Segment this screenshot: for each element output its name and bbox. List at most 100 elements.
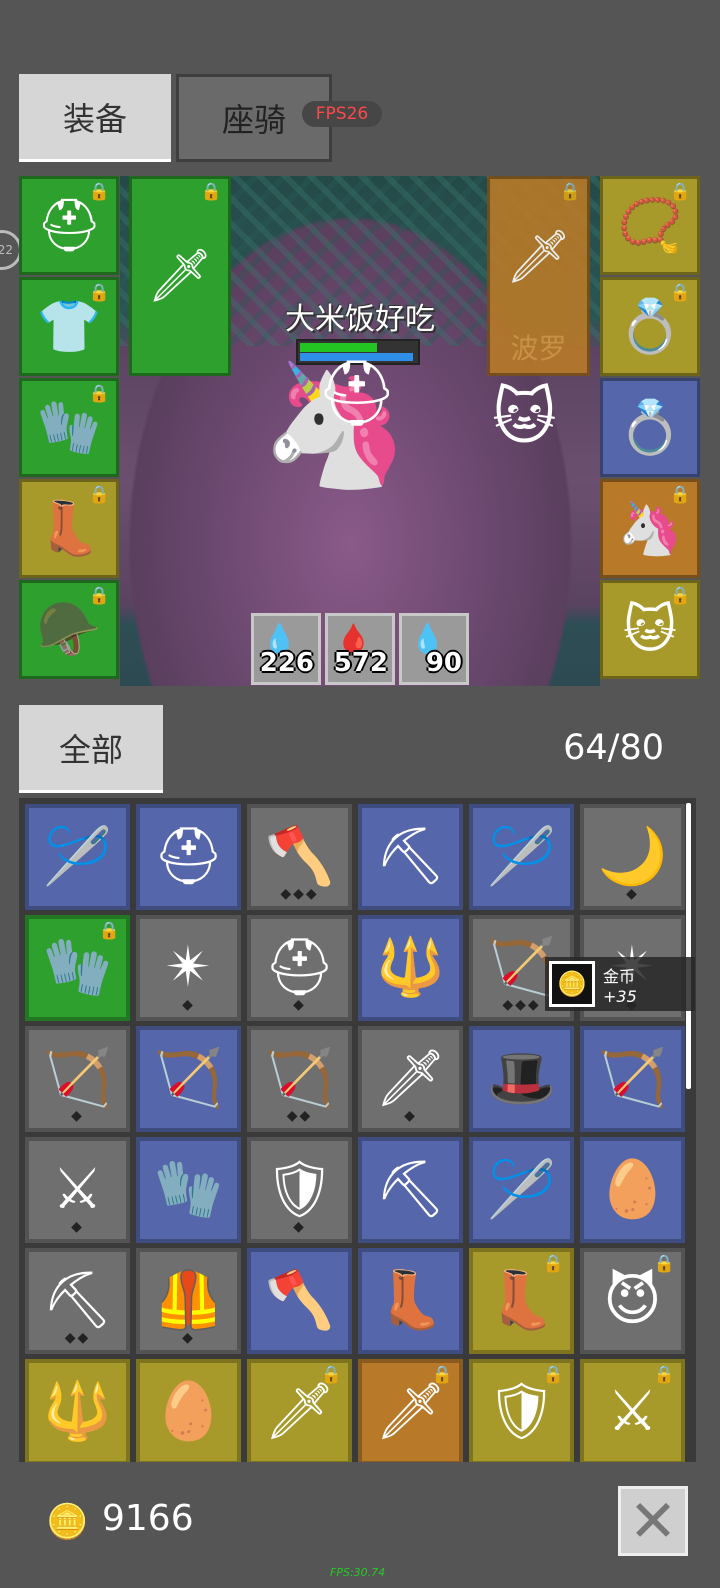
inventory-item-icon: 🥚 — [153, 1379, 224, 1444]
inventory-item-icon: 🪡 — [42, 824, 113, 889]
player-helmet-sprite: ⛑ — [316, 357, 398, 431]
gem-socket-indicator: ◆◆ — [64, 1330, 91, 1346]
inventory-item-icon: 🪓 — [264, 1268, 335, 1333]
inventory-slot[interactable]: 🪓 ◆◆◆ — [247, 804, 352, 910]
pet-slot[interactable]: 🗡 🔒 波罗 — [487, 176, 590, 376]
lock-icon: 🔒 — [669, 485, 691, 505]
inventory-slot[interactable]: 🗡 🔒 — [247, 1359, 352, 1462]
lock-icon: 🔒 — [98, 921, 120, 941]
stat-blue: 💧 90 — [399, 613, 469, 685]
inventory-slot[interactable]: 🪓 — [247, 1248, 352, 1354]
inventory-slot[interactable]: 🛡 🔒 — [469, 1359, 574, 1462]
stat-water: 💧 226 — [251, 613, 321, 685]
inventory-slot[interactable]: 🔱 — [25, 1359, 130, 1462]
equip-right-slot-ruby-ring[interactable]: 💍 🔒 — [600, 277, 700, 376]
gold-coins-icon: 🪙 — [549, 961, 595, 1007]
inventory-slot[interactable]: ✴◆ — [136, 915, 241, 1021]
inventory-slot[interactable]: ⛑ — [136, 804, 241, 910]
inventory-slot[interactable]: ⛑ ◆ — [247, 915, 352, 1021]
inventory-slot[interactable]: 🏹 — [136, 1026, 241, 1132]
inventory-slot[interactable]: 🗡 ◆ — [358, 1026, 463, 1132]
fps-counter: FPS:30.74 — [330, 1566, 386, 1579]
equip-right-slot-red-amulet[interactable]: 📿 🔒 — [600, 176, 700, 275]
inventory-slot[interactable]: 🏹 ◆ — [25, 1026, 130, 1132]
ruby-ring-icon: 💍 — [617, 296, 683, 357]
lock-icon: 🔒 — [88, 182, 110, 202]
inventory-item-icon: 🪡 — [486, 824, 557, 889]
inventory-slot[interactable]: ⛏ ◆◆ — [25, 1248, 130, 1354]
equip-left-slot-dark-cape[interactable]: 🪖 🔒 — [19, 580, 119, 679]
inventory-slot[interactable]: 🦺 ◆ — [136, 1248, 241, 1354]
inventory-item-icon: 👢 — [375, 1268, 446, 1333]
weapon-slot[interactable]: 🗡 🔒 — [129, 176, 231, 376]
inventory-item-icon: 🗡 — [263, 1379, 336, 1444]
inventory-slot[interactable]: 👢 🔒 — [469, 1248, 574, 1354]
inventory-slot[interactable]: 🛡 ◆ — [247, 1137, 352, 1243]
dark-cape-icon: 🪖 — [36, 599, 102, 660]
equip-left-slot-gold-helmet[interactable]: ⛑ 🔒 — [19, 176, 119, 275]
inventory-slot[interactable]: ⛏ — [358, 804, 463, 910]
inventory-slot[interactable]: 🪡 — [469, 1137, 574, 1243]
gem-socket-indicator: ◆ — [71, 1219, 84, 1235]
inventory-item-icon: 🗡 — [374, 1379, 447, 1444]
inventory-item-icon: 👢 — [486, 1268, 557, 1333]
item-tooltip: 🪙 金币 +35 — [545, 957, 695, 1011]
inventory-item-icon: 🔱 — [42, 1379, 113, 1444]
inventory-item-icon: 🎩 — [486, 1046, 557, 1111]
ruby-ring-blue-icon: 💍 — [617, 397, 683, 458]
inventory-slot[interactable]: 👢 — [358, 1248, 463, 1354]
inventory-scrollbar[interactable] — [686, 803, 691, 1089]
inventory-item-icon: ⛏ — [374, 1157, 447, 1222]
gem-socket-indicator: ◆ — [182, 997, 195, 1013]
equip-right-slot-unicorn-mount[interactable]: 🦄 🔒 — [600, 479, 700, 578]
filter-all-button[interactable]: 全部 — [19, 705, 163, 793]
inventory-slot[interactable]: 🌙 ◆ — [580, 804, 685, 910]
equip-left-slot-blue-armor[interactable]: 👕 🔒 — [19, 277, 119, 376]
lock-icon: 🔒 — [653, 1254, 675, 1274]
lock-icon: 🔒 — [200, 182, 222, 202]
tooltip-name: 金币 — [603, 966, 636, 986]
inventory-slot[interactable]: ⛏ — [358, 1137, 463, 1243]
inventory-slot[interactable]: 🔱 — [358, 915, 463, 1021]
inventory-item-icon: 🦺 — [153, 1268, 224, 1333]
inventory-count: 64/80 — [563, 728, 664, 768]
equip-left-slot-brown-boots[interactable]: 👢 🔒 — [19, 479, 119, 578]
lock-icon: 🔒 — [320, 1365, 342, 1385]
close-button[interactable]: ✕ — [618, 1486, 688, 1556]
inventory-slot[interactable]: 🥚 — [136, 1359, 241, 1462]
inventory-slot[interactable]: 🧤 🔒 — [25, 915, 130, 1021]
lock-icon: 🔒 — [88, 384, 110, 404]
inventory-slot[interactable]: 🥚 — [580, 1137, 685, 1243]
lock-icon: 🔒 — [559, 182, 581, 202]
equip-right-slot-cat-pet[interactable]: 🐱 🔒 — [600, 580, 700, 679]
inventory-slot[interactable]: 🏹 ◆◆ — [247, 1026, 352, 1132]
inventory-item-icon: 🪓 — [264, 824, 335, 889]
inventory-slot[interactable]: 🏹 — [580, 1026, 685, 1132]
inventory-slot[interactable]: 🗡 🔒 — [358, 1359, 463, 1462]
gem-socket-indicator: ◆◆ — [286, 1108, 313, 1124]
inventory-item-icon: ⛑ — [263, 935, 336, 1000]
inventory-item-icon: ⚔ — [607, 1379, 658, 1444]
lock-icon: 🔒 — [88, 586, 110, 606]
inventory-item-icon: ⛏ — [374, 824, 447, 889]
inventory-slot[interactable]: 🎩 — [469, 1026, 574, 1132]
gem-socket-indicator: ◆ — [182, 1330, 195, 1346]
inventory-slot[interactable]: 🪡 — [469, 804, 574, 910]
cat-pet-icon: 🐱 — [622, 599, 678, 660]
inventory-item-icon: 🧤 — [153, 1157, 224, 1222]
inventory-slot[interactable]: 🪡 — [25, 804, 130, 910]
inventory-grid[interactable]: 🪡⛑🪓◆◆◆⛏🪡🌙◆🧤🔒✴◆⛑◆🔱🏹◆◆◆✴◆🏹◆🏹🏹◆◆🗡◆🎩🏹⚔◆🧤🛡◆⛏🪡… — [19, 798, 696, 1462]
purple-glove-icon: 🧤 — [36, 397, 102, 458]
gem-socket-indicator: ◆ — [626, 886, 639, 902]
equip-left-slot-purple-glove[interactable]: 🧤 🔒 — [19, 378, 119, 477]
inventory-item-icon: 😈 — [603, 1268, 662, 1333]
inventory-item-icon: 🛡 — [485, 1379, 558, 1444]
lock-icon: 🔒 — [669, 586, 691, 606]
inventory-slot[interactable]: ⚔ ◆ — [25, 1137, 130, 1243]
pet-slot-label: 波罗 — [510, 332, 567, 365]
tab-equipment[interactable]: 装备 — [19, 74, 171, 162]
inventory-slot[interactable]: 😈 🔒 — [580, 1248, 685, 1354]
inventory-slot[interactable]: ⚔ 🔒 — [580, 1359, 685, 1462]
equip-right-slot-ruby-ring-blue[interactable]: 💍 — [600, 378, 700, 477]
inventory-slot[interactable]: 🧤 — [136, 1137, 241, 1243]
